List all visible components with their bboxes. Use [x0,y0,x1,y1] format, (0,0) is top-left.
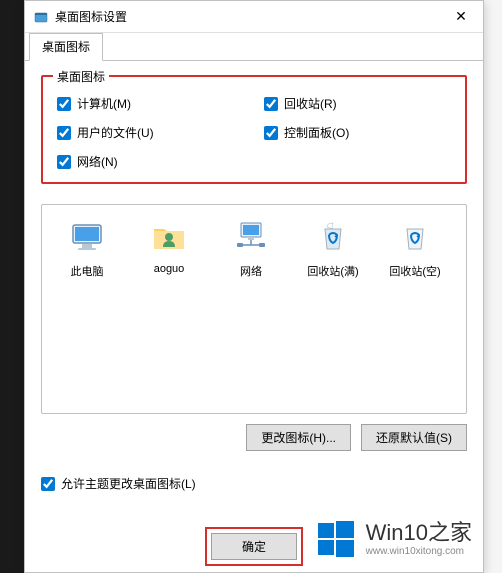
icon-user-label: aoguo [154,263,185,275]
content-area: 桌面图标 计算机(M) 回收站(R) 用户的文件(U) 控制面板(O) [25,61,483,506]
icon-thispc[interactable]: 此电脑 [50,217,124,279]
checkbox-controlpanel[interactable]: 控制面板(O) [264,124,451,141]
tab-bar: 桌面图标 [25,33,483,61]
ok-button-highlight: 确定 [205,527,303,566]
dialog-window: 桌面图标设置 ✕ 桌面图标 桌面图标 计算机(M) 回收站(R) 用户的文件(U… [24,0,484,573]
window-icon [33,9,49,25]
watermark-brand: Win10之家 [366,520,472,546]
checkbox-recycle-label: 回收站(R) [284,95,337,112]
allow-theme-label: 允许主题更改桌面图标(L) [61,475,196,492]
icon-recycle-full-label: 回收站(满) [307,263,358,279]
icon-thispc-label: 此电脑 [71,263,104,279]
network-icon [231,217,271,257]
window-title: 桌面图标设置 [55,8,447,25]
titlebar: 桌面图标设置 ✕ [25,1,483,33]
icon-network-label: 网络 [240,263,262,279]
windows-logo-icon [316,519,356,559]
recycle-full-icon [313,217,353,257]
checkbox-userfiles-input[interactable] [57,126,71,140]
desktop-icons-group: 桌面图标 计算机(M) 回收站(R) 用户的文件(U) 控制面板(O) [41,75,467,184]
icon-recycle-full[interactable]: 回收站(满) [296,217,370,279]
allow-theme-input[interactable] [41,477,55,491]
checkbox-recycle-input[interactable] [264,97,278,111]
icon-recycle-empty-label: 回收站(空) [389,263,440,279]
checkbox-controlpanel-input[interactable] [264,126,278,140]
icon-recycle-empty[interactable]: 回收站(空) [378,217,452,279]
monitor-icon [67,217,107,257]
checkbox-network-label: 网络(N) [77,153,118,170]
checkbox-recycle[interactable]: 回收站(R) [264,95,451,112]
tab-desktop-icons[interactable]: 桌面图标 [29,33,103,61]
group-title: 桌面图标 [53,68,109,85]
ok-button[interactable]: 确定 [211,533,297,560]
recycle-empty-icon [395,217,435,257]
restore-default-button[interactable]: 还原默认值(S) [361,424,467,451]
change-icon-button[interactable]: 更改图标(H)... [246,424,351,451]
icon-network[interactable]: 网络 [214,217,288,279]
close-button[interactable]: ✕ [447,5,475,29]
allow-theme-checkbox[interactable]: 允许主题更改桌面图标(L) [41,475,467,492]
watermark-url: www.win10xitong.com [366,546,472,558]
icon-user[interactable]: aoguo [132,217,206,275]
checkbox-network-input[interactable] [57,155,71,169]
checkbox-userfiles-label: 用户的文件(U) [77,124,154,141]
watermark: Win10之家 www.win10xitong.com [316,519,472,559]
icon-buttons-row: 更改图标(H)... 还原默认值(S) [41,424,467,451]
checkbox-network[interactable]: 网络(N) [57,153,244,170]
checkbox-computer-label: 计算机(M) [77,95,131,112]
user-folder-icon [149,217,189,257]
checkbox-computer-input[interactable] [57,97,71,111]
watermark-text: Win10之家 www.win10xitong.com [366,520,472,558]
checkbox-computer[interactable]: 计算机(M) [57,95,244,112]
checkbox-controlpanel-label: 控制面板(O) [284,124,349,141]
checkbox-userfiles[interactable]: 用户的文件(U) [57,124,244,141]
icon-preview-panel: 此电脑 aoguo [41,204,467,414]
